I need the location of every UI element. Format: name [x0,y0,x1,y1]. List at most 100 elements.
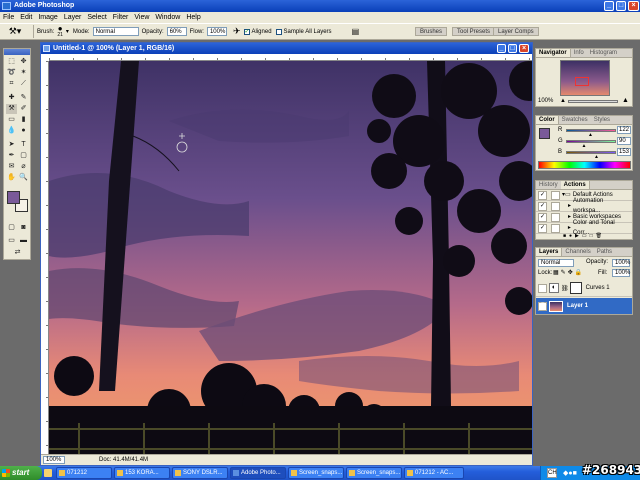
menu-view[interactable]: View [131,14,152,21]
action-dialog-toggle[interactable] [550,223,560,233]
task-button[interactable]: Screen_snaps... [288,467,344,479]
blue-slider[interactable] [566,151,616,154]
well-tab-brushes[interactable]: Brushes [415,27,448,36]
eraser-tool-icon[interactable]: ▭ [6,115,17,125]
expand-arrow-icon[interactable]: ▸ [568,212,571,222]
chain-link-icon[interactable]: ⛓ [561,285,569,292]
red-slider-thumb-icon[interactable]: ▲ [588,132,593,138]
quicklaunch-icon[interactable] [44,469,52,477]
slice-tool-icon[interactable]: ⟋ [18,79,29,89]
tab-actions[interactable]: Actions [560,181,590,189]
language-indicator-icon[interactable]: CH [547,468,557,478]
action-dialog-toggle[interactable] [550,201,560,211]
fill-field[interactable]: 100% [612,269,630,277]
flow-field[interactable]: 100% [206,27,227,36]
shape-tool-icon[interactable]: ▢ [18,151,29,161]
action-dialog-toggle[interactable] [551,190,560,200]
quick-mask-mode-icon[interactable]: ◙ [18,223,29,233]
tab-histogram[interactable]: Histogram [587,49,620,57]
layer-visibility-eye-icon[interactable] [538,283,547,293]
trash-icon[interactable]: 🗑 [596,233,605,239]
action-toggle-checkbox[interactable]: ✓ [538,223,547,233]
hand-tool-icon[interactable]: ✋ [6,173,17,183]
layer-row-curves[interactable]: ◐ ⛓ Curves 1 [536,280,632,297]
close-button[interactable]: × [628,1,639,11]
tab-navigator[interactable]: Navigator [536,49,571,57]
foreground-color-swatch[interactable] [7,191,20,204]
navigator-thumbnail[interactable] [560,60,610,96]
screen-mode-full-icon[interactable]: ▬ [18,236,29,246]
expand-arrow-icon[interactable]: ▸ [568,201,571,211]
start-button[interactable]: start [0,466,42,480]
task-button[interactable]: 071212 [56,467,112,479]
clone-stamp-tool-icon[interactable]: ⚒▾ [0,26,30,37]
maximize-button[interactable]: □ [616,1,626,11]
layer-name[interactable]: Layer 1 [567,303,588,309]
file-browser-icon[interactable]: ▤ [352,27,360,36]
brush-picker[interactable]: ● 21 [57,24,63,38]
doc-close-button[interactable]: × [519,44,529,53]
lock-transparency-icon[interactable]: ▦ [553,270,561,276]
dodge-tool-icon[interactable]: ● [18,126,29,136]
sample-all-layers-checkbox[interactable] [275,28,282,35]
menu-layer[interactable]: Layer [61,14,85,21]
task-button-active[interactable]: Adobe Photo... [230,467,286,479]
green-slider-thumb-icon[interactable]: ▲ [582,143,587,149]
blue-slider-thumb-icon[interactable]: ▲ [594,154,599,160]
action-dialog-toggle[interactable] [551,212,560,222]
red-value[interactable]: 122 [617,126,631,134]
eyedropper-tool-icon[interactable]: ⌀ [18,162,29,172]
pen-tool-icon[interactable]: ✒ [6,151,17,161]
tray-icons[interactable]: ◆●■ [563,469,577,477]
tab-info[interactable]: Info [571,49,587,57]
tab-paths[interactable]: Paths [594,248,615,256]
menu-file[interactable]: File [0,14,17,21]
well-tab-layer-comps[interactable]: Layer Comps [493,27,539,36]
aligned-checkbox[interactable] [243,28,250,35]
zoom-out-icon[interactable]: ▲ [560,98,566,104]
task-button[interactable]: 153 KORA... [114,467,170,479]
lock-move-icon[interactable]: ✥ [568,270,575,276]
navigator-zoom-slider[interactable] [568,100,618,103]
layer-mask-thumbnail[interactable] [569,282,582,294]
zoom-field[interactable]: 100% [43,456,65,464]
task-button[interactable]: SONY DSLR... [172,467,228,479]
zoom-in-icon[interactable]: ▲ [622,97,629,104]
expand-arrow-icon[interactable]: ▸ [568,223,571,233]
zoom-tool-icon[interactable]: 🔍 [18,173,29,183]
action-row[interactable]: ✓ ▸ Automation workspa... [536,198,632,214]
color-foreground-swatch[interactable] [539,128,550,139]
lock-paint-icon[interactable]: ✎ [561,270,568,276]
doc-maximize-button[interactable]: □ [508,44,517,53]
screen-mode-standard-icon[interactable]: ▭ [6,236,17,246]
action-toggle-checkbox[interactable]: ✓ [538,190,547,200]
well-tab-tool-presets[interactable]: Tool Presets [452,27,496,36]
tab-swatches[interactable]: Swatches [559,116,591,124]
navigator-view-box[interactable] [575,77,589,86]
tab-layers[interactable]: Layers [536,248,563,256]
marquee-tool-icon[interactable]: ⬚ [6,57,17,67]
magic-wand-tool-icon[interactable]: ✶ [18,68,29,78]
green-slider[interactable] [566,140,616,143]
play-icon[interactable]: ▶ [575,233,582,239]
task-button[interactable]: Screen_snaps... [346,467,402,479]
tab-color[interactable]: Color [536,116,559,124]
menu-select[interactable]: Select [84,14,109,21]
layer-visibility-eye-icon[interactable]: 👁 [538,301,547,311]
notes-tool-icon[interactable]: ✉ [6,162,17,172]
standard-mode-icon[interactable]: ▢ [6,223,17,233]
clone-stamp-tool-icon-active[interactable]: ⚒ [6,104,17,114]
lock-all-icon[interactable]: 🔒 [575,270,584,276]
tab-styles[interactable]: Styles [591,116,613,124]
action-toggle-checkbox[interactable]: ✓ [538,212,547,222]
path-selection-tool-icon[interactable]: ➤ [6,140,17,150]
layer-thumbnail[interactable] [549,300,563,312]
crop-tool-icon[interactable]: ⌗ [6,79,17,89]
layer-row-layer1-selected[interactable]: 👁 Layer 1 [536,298,632,314]
menu-image[interactable]: Image [35,14,60,21]
move-tool-icon[interactable]: ✥ [18,57,29,67]
layer-name[interactable]: Curves 1 [586,285,610,291]
new-set-icon[interactable]: ▭ [582,233,590,239]
blue-value[interactable]: 153 [617,148,631,156]
gradient-tool-icon[interactable]: ▮ [18,115,29,125]
